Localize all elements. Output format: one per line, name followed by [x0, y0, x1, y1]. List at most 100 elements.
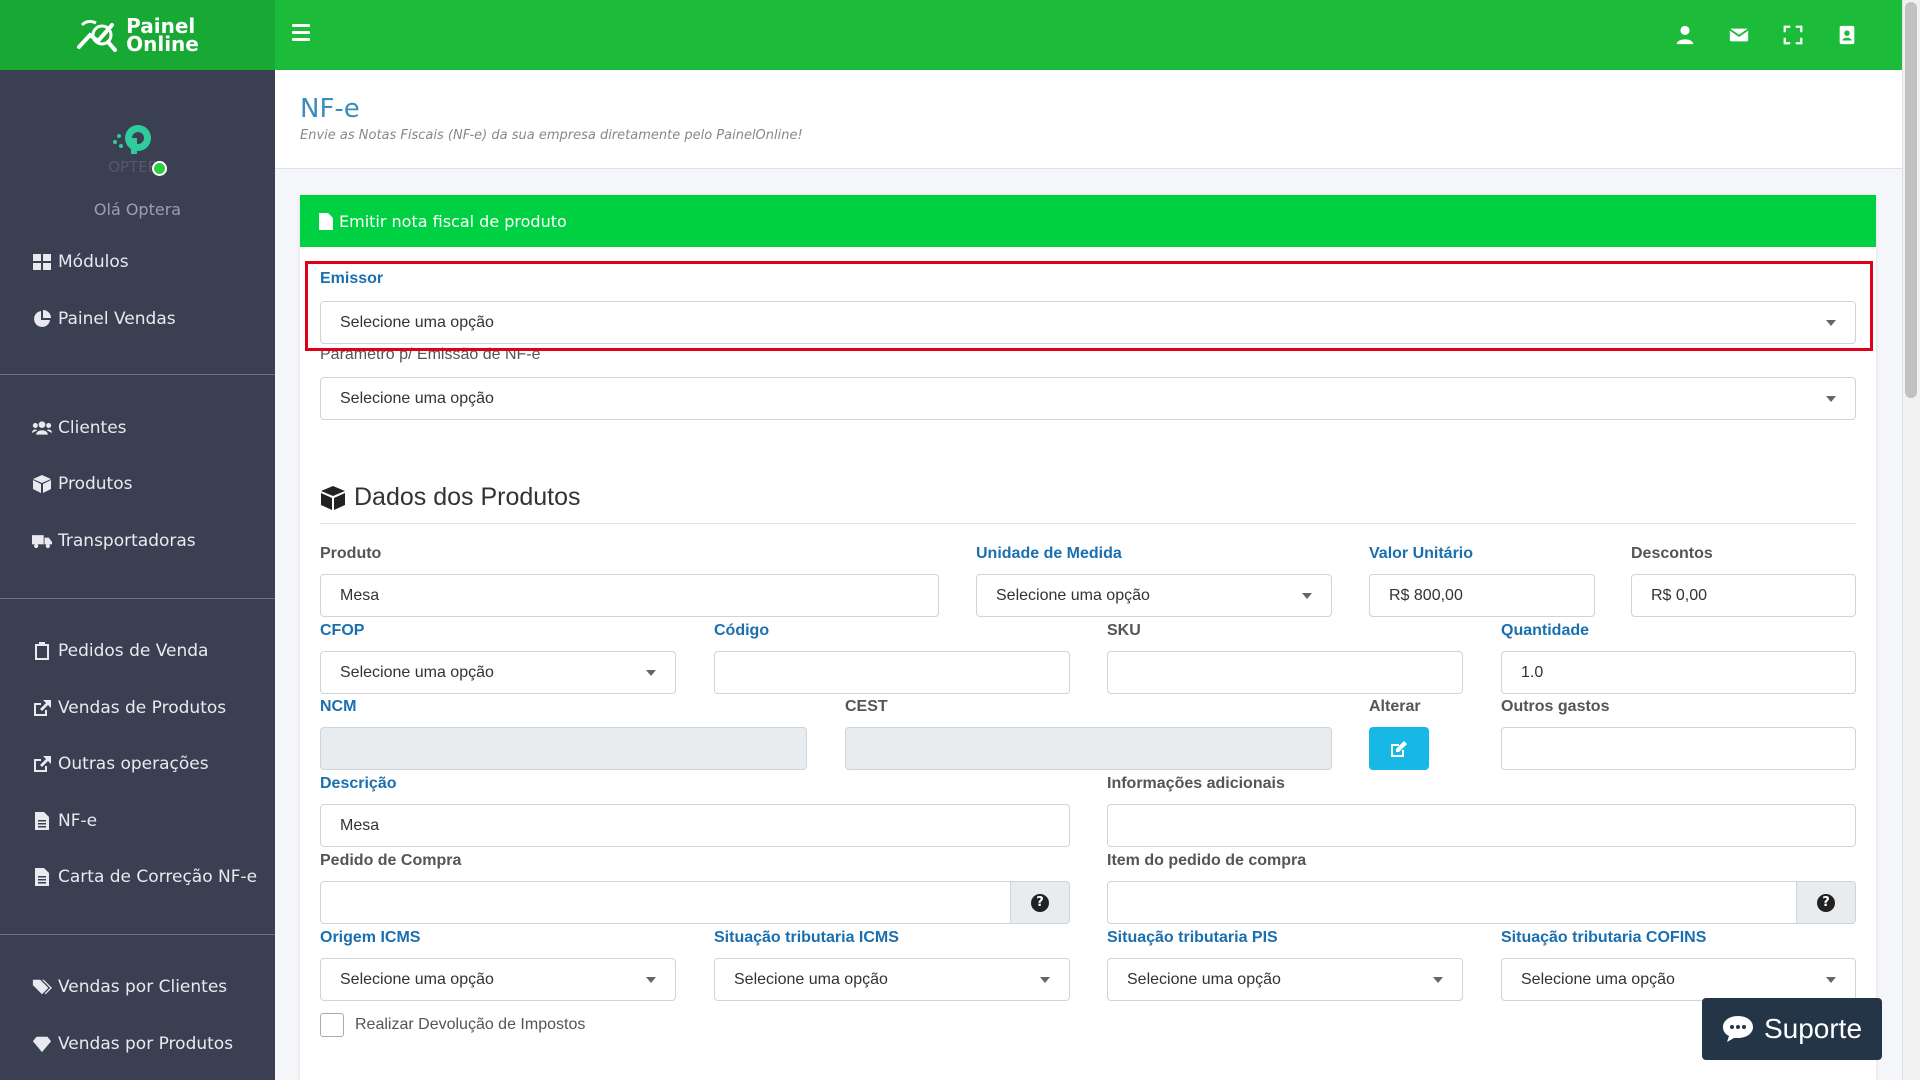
- sidebar-item-clientes[interactable]: Clientes: [32, 418, 127, 438]
- sidebar-item-label: Vendas de Produtos: [58, 698, 227, 718]
- item-pedido-label: Item do pedido de compra: [1107, 852, 1307, 869]
- sidebar-item-label: Outras operações: [58, 754, 209, 774]
- quantidade-label: Quantidade: [1501, 622, 1590, 639]
- sidebar-divider: [0, 934, 275, 935]
- menu-toggle-icon[interactable]: [292, 24, 310, 41]
- chevron-down-icon: [1302, 592, 1312, 599]
- page-header: NF-e Envie as Notas Fiscais (NF-e) da su…: [275, 70, 1902, 169]
- page-title: NF-e: [300, 94, 360, 124]
- sit-cofins-select[interactable]: Selecione uma opção: [1501, 958, 1856, 1001]
- clipboard-icon: [35, 642, 49, 660]
- section-title-produtos: Dados dos Produtos: [320, 483, 581, 512]
- descricao-input[interactable]: Mesa: [320, 804, 1070, 847]
- brand-line-2: Online: [126, 32, 199, 56]
- top-navbar: Painel Online: [0, 0, 1902, 70]
- info-adicionais-input[interactable]: [1107, 804, 1856, 847]
- sidebar-item-pedidos-venda[interactable]: Pedidos de Venda: [32, 641, 208, 661]
- sidebar-item-painel-vendas[interactable]: Painel Vendas: [32, 309, 176, 329]
- codigo-label: Código: [714, 622, 770, 639]
- chevron-down-icon: [1826, 395, 1836, 402]
- emissor-label: Emissor: [320, 270, 384, 287]
- main-content: NF-e Envie as Notas Fiscais (NF-e) da su…: [275, 70, 1902, 1080]
- sit-pis-select-value: Selecione uma opção: [1127, 970, 1281, 988]
- question-circle-icon: ?: [1031, 893, 1049, 912]
- sidebar-item-outras-operacoes[interactable]: Outras operações: [32, 754, 209, 774]
- sidebar-item-carta-correcao[interactable]: Carta de Correção NF-e: [32, 867, 257, 887]
- cfop-label: CFOP: [320, 622, 365, 639]
- quantidade-input[interactable]: 1.0: [1501, 651, 1856, 694]
- sidebar-item-modulos[interactable]: Módulos: [32, 252, 129, 272]
- sidebar-item-transportadoras[interactable]: Transportadoras: [32, 531, 196, 551]
- tags-icon: [32, 979, 52, 995]
- cest-input[interactable]: [845, 727, 1332, 770]
- ncm-input[interactable]: [320, 727, 807, 770]
- chevron-down-icon: [1040, 976, 1050, 983]
- sidebar-item-vendas-produtos-report[interactable]: Vendas por Produtos: [32, 1034, 233, 1054]
- section-divider: [320, 523, 1856, 524]
- pedido-compra-input[interactable]: [320, 881, 1011, 924]
- chat-icon: [1722, 1016, 1753, 1042]
- codigo-input[interactable]: [714, 651, 1070, 694]
- parametro-label: Parametro p/ Emissão de NF-e: [320, 346, 541, 363]
- box-icon: [33, 475, 51, 493]
- section-title-text: Dados dos Produtos: [354, 483, 581, 511]
- sidebar-divider: [0, 374, 275, 375]
- gem-icon: [32, 1036, 52, 1053]
- fullscreen-icon[interactable]: [1782, 24, 1804, 46]
- descontos-input[interactable]: R$ 0,00: [1631, 574, 1856, 617]
- logo-icon: [77, 19, 118, 52]
- sidebar-item-nfe[interactable]: NF-e: [32, 811, 97, 831]
- devolucao-checkbox[interactable]: [320, 1013, 344, 1037]
- valor-unitario-label: Valor Unitário: [1369, 545, 1474, 562]
- grid-icon: [33, 254, 51, 270]
- sidebar-item-vendas-produtos[interactable]: Vendas de Produtos: [32, 698, 226, 718]
- ncm-label: NCM: [320, 698, 357, 715]
- sit-icms-label: Situação tributaria ICMS: [714, 929, 899, 946]
- envelope-icon[interactable]: [1728, 24, 1750, 46]
- sidebar-item-label: Vendas por Clientes: [58, 977, 228, 997]
- outros-gastos-label: Outros gastos: [1501, 698, 1610, 715]
- sidebar-item-vendas-clientes[interactable]: Vendas por Clientes: [32, 977, 227, 997]
- item-pedido-input[interactable]: [1107, 881, 1797, 924]
- cfop-select[interactable]: Selecione uma opção: [320, 651, 676, 694]
- address-book-icon[interactable]: [1836, 24, 1858, 46]
- edit-button[interactable]: [1369, 727, 1429, 770]
- outros-gastos-input[interactable]: [1501, 727, 1856, 770]
- sit-pis-select[interactable]: Selecione uma opção: [1107, 958, 1463, 1001]
- support-button[interactable]: Suporte: [1702, 998, 1882, 1060]
- sidebar-divider: [0, 598, 275, 599]
- sidebar-item-label: Módulos: [58, 252, 129, 272]
- sit-icms-select-value: Selecione uma opção: [734, 970, 888, 988]
- cest-label: CEST: [845, 698, 888, 715]
- cfop-select-value: Selecione uma opção: [340, 663, 494, 681]
- sidebar-item-label: NF-e: [58, 811, 98, 831]
- sidebar-item-produtos[interactable]: Produtos: [32, 474, 132, 494]
- user-icon[interactable]: [1674, 24, 1696, 46]
- valor-unitario-input[interactable]: R$ 800,00: [1369, 574, 1595, 617]
- truck-icon: [32, 535, 52, 549]
- origem-icms-select[interactable]: Selecione uma opção: [320, 958, 676, 1001]
- sidebar-item-label: Produtos: [58, 474, 133, 494]
- file-icon: [35, 868, 49, 886]
- pedido-compra-label: Pedido de Compra: [320, 852, 462, 869]
- parametro-select-value: Selecione uma opção: [340, 389, 494, 407]
- pedido-compra-help[interactable]: ?: [1010, 881, 1070, 924]
- sit-icms-select[interactable]: Selecione uma opção: [714, 958, 1070, 1001]
- parametro-select[interactable]: Selecione uma opção: [320, 377, 1856, 420]
- origem-icms-select-value: Selecione uma opção: [340, 970, 494, 988]
- scrollbar-thumb[interactable]: [1905, 2, 1917, 398]
- file-icon: [319, 212, 333, 230]
- support-button-label: Suporte: [1763, 1013, 1863, 1044]
- brand-logo[interactable]: Painel Online: [0, 0, 275, 70]
- emissor-select[interactable]: Selecione uma opção: [320, 301, 1856, 344]
- produto-input[interactable]: Mesa: [320, 574, 939, 617]
- sidebar-item-label: Clientes: [58, 418, 127, 438]
- sidebar-item-label: Carta de Correção NF-e: [58, 867, 258, 887]
- unidade-select[interactable]: Selecione uma opção: [976, 574, 1332, 617]
- sku-input[interactable]: [1107, 651, 1463, 694]
- file-icon: [35, 812, 49, 830]
- sku-label: SKU: [1107, 622, 1141, 639]
- chevron-down-icon: [1826, 319, 1836, 326]
- page-scrollbar[interactable]: [1902, 0, 1920, 1080]
- item-pedido-help[interactable]: ?: [1796, 881, 1856, 924]
